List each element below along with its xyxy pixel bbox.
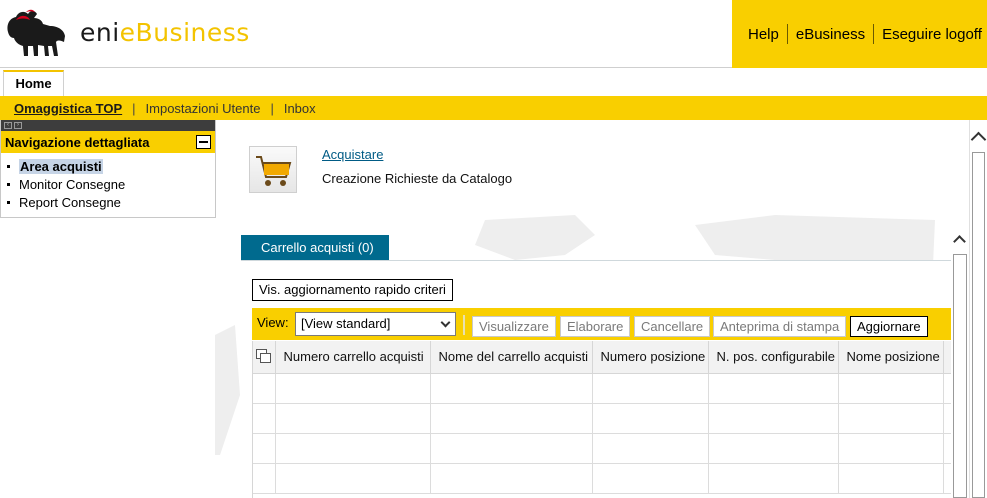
- tab-carrello-acquisti[interactable]: Carrello acquisti (0): [241, 235, 389, 260]
- collapse-icon[interactable]: [196, 135, 211, 149]
- cancellare-button[interactable]: Cancellare: [634, 316, 711, 337]
- nav-panel-title: Navigazione dettagliata: [5, 134, 150, 150]
- subnav-separator: |: [270, 100, 274, 116]
- table-row[interactable]: [253, 433, 951, 464]
- nav-item-report-consegne[interactable]: Report Consegne: [7, 193, 215, 211]
- scroll-up-icon[interactable]: [970, 131, 987, 148]
- column-header-pos-configurabile[interactable]: N. pos. configurabile: [708, 341, 839, 374]
- page-scrollbar[interactable]: [969, 120, 987, 498]
- logoff-link[interactable]: Eseguire logoff: [882, 26, 982, 43]
- scrollbar-thumb[interactable]: [972, 152, 985, 498]
- nav-item-monitor-consegne[interactable]: Monitor Consegne: [7, 175, 215, 193]
- column-header-nome-carrello[interactable]: Nome del carrello acquisti: [430, 341, 593, 374]
- column-header-numero-carrello[interactable]: Numero carrello acquisti: [275, 341, 431, 374]
- nav-next-icon[interactable]: ›: [14, 122, 22, 129]
- subnav-item-impostazioni-utente[interactable]: Impostazioni Utente: [146, 101, 261, 116]
- nav-prev-icon[interactable]: ‹: [4, 122, 12, 129]
- header-separator: [873, 24, 875, 44]
- quick-criteria-button[interactable]: Vis. aggiornamento rapido criteri: [252, 279, 453, 301]
- scrollbar-thumb[interactable]: [953, 254, 967, 498]
- scroll-up-icon[interactable]: [953, 235, 966, 248]
- nav-pager: ‹ ›: [1, 120, 215, 131]
- subnav-item-inbox[interactable]: Inbox: [284, 101, 316, 116]
- page-subtitle: Creazione Richieste da Catalogo: [322, 171, 513, 186]
- help-link[interactable]: Help: [748, 26, 779, 43]
- column-header-nome-posizione[interactable]: Nome posizione: [838, 341, 944, 374]
- nav-item-area-acquisti[interactable]: Area acquisti: [7, 157, 215, 175]
- shopping-cart-icon: [249, 146, 297, 193]
- ebusiness-link[interactable]: eBusiness: [796, 26, 865, 43]
- brand-part-ebusiness: eBusiness: [119, 18, 250, 47]
- app-header: enieBusiness Help eBusiness Eseguire log…: [0, 0, 987, 68]
- bullet-icon: [7, 200, 10, 204]
- view-label: View:: [257, 315, 289, 330]
- bullet-icon: [7, 164, 10, 168]
- elaborare-button[interactable]: Elaborare: [560, 316, 631, 337]
- brand-part-eni: eni: [80, 18, 120, 47]
- nav-list: Area acquisti Monitor Consegne Report Co…: [1, 153, 215, 211]
- bullet-icon: [7, 182, 10, 186]
- column-header-s[interactable]: S: [943, 341, 951, 374]
- chevron-down-icon: [440, 317, 451, 328]
- column-header-numero-posizione[interactable]: Numero posizione: [592, 341, 709, 374]
- table-row[interactable]: [253, 403, 951, 434]
- detailed-navigation-panel: ‹ › Navigazione dettagliata Area acquist…: [0, 120, 216, 218]
- nav-item-label: Monitor Consegne: [19, 176, 126, 192]
- header-separator: [786, 24, 788, 44]
- nav-panel-header: Navigazione dettagliata: [1, 131, 215, 153]
- select-all-icon[interactable]: [256, 349, 271, 364]
- acquistare-link[interactable]: Acquistare: [322, 147, 383, 162]
- main-tabbar: Home: [0, 69, 987, 96]
- six-legged-dog-logo-icon: [7, 9, 66, 56]
- select-all-cell[interactable]: [253, 341, 276, 374]
- tab-home[interactable]: Home: [3, 70, 64, 96]
- brand-logotype: enieBusiness: [80, 18, 250, 47]
- anteprima-di-stampa-button[interactable]: Anteprima di stampa: [713, 316, 847, 337]
- nav-item-label: Area acquisti: [19, 158, 103, 174]
- nav-item-label: Report Consegne: [19, 194, 121, 210]
- header-links: Help eBusiness Eseguire logoff: [732, 0, 987, 68]
- view-select[interactable]: [View standard]: [295, 312, 456, 336]
- view-select-value: [View standard]: [301, 316, 391, 331]
- table-toolbar: View: [View standard] Visualizzare Elabo…: [252, 308, 951, 340]
- subnav-separator: |: [132, 100, 136, 116]
- cart-table: Numero carrello acquisti Nome del carrel…: [252, 341, 951, 498]
- toolbar-separator: [463, 315, 465, 335]
- subnav-item-omaggistica-top[interactable]: Omaggistica TOP: [14, 101, 122, 116]
- table-header-row: Numero carrello acquisti Nome del carrel…: [253, 341, 951, 374]
- aggiornare-button[interactable]: Aggiornare: [850, 316, 928, 337]
- panel-scrollbar[interactable]: [952, 228, 968, 498]
- visualizzare-button[interactable]: Visualizzare: [472, 316, 556, 337]
- table-row[interactable]: [253, 373, 951, 404]
- sub-navigation: Omaggistica TOP | Impostazioni Utente | …: [0, 96, 987, 120]
- table-row[interactable]: [253, 463, 951, 494]
